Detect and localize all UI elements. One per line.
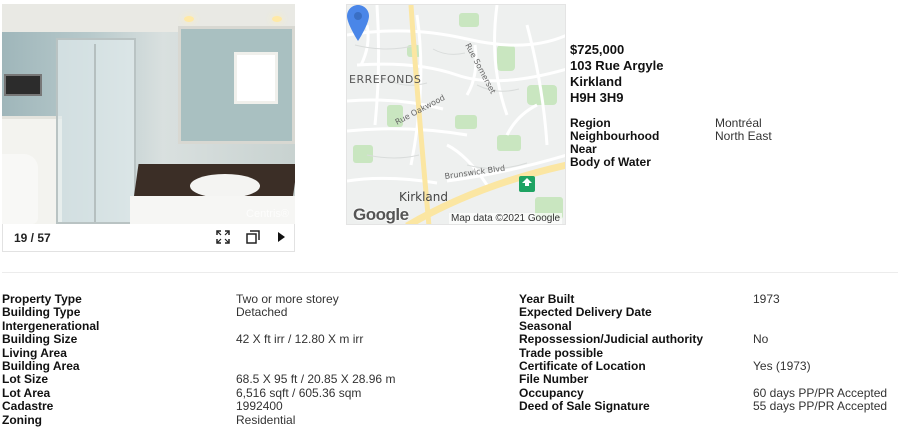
detail-label: Zoning [2,412,42,427]
detail-label: Seasonal [519,318,572,333]
detail-label: Building Type [2,305,81,320]
listing-city: Kirkland [570,74,623,89]
location-map[interactable]: Rue Oakwood Rue Somerset Brunswick Blvd … [346,4,566,225]
detail-label: Cadastre [2,399,54,414]
listing-summary: $725,000 103 Rue Argyle Kirkland H9H 3H9 [570,42,663,106]
info-row: Body of Water [570,156,870,169]
detail-row: Building Size 42 X ft irr / 12.80 X m irr [2,333,502,346]
detail-label: Intergenerational [2,318,100,333]
detail-row: Property Type Two or more storey [2,293,502,306]
detail-value: 6,516 sqft / 605.36 sqm [236,385,362,400]
detail-row: Trade possible [519,345,899,360]
listing-street: 103 Rue Argyle [570,58,664,73]
info-row: Neighbourhood North East [570,130,870,143]
gallery-icon[interactable] [245,230,261,246]
google-logo: Google [353,205,409,224]
detail-label: Deed of Sale Signature [519,399,650,414]
detail-label: Building Area [2,358,80,373]
detail-row: Building Area [2,358,502,373]
info-value: North East [715,129,772,143]
sink [190,174,260,198]
detail-row: Year Built 1973 [519,293,899,306]
shower-door-edge [94,44,96,222]
detail-row: Zoning Residential [2,412,502,427]
detail-value: Yes (1973) [753,358,811,373]
detail-label: Year Built [519,292,575,306]
detail-row: Cadastre 1992400 [2,400,502,413]
detail-label: Repossession/Judicial authority [519,332,704,347]
window [234,52,278,104]
map-attribution[interactable]: Map data ©2021 Google [449,213,563,224]
map-city-label: Kirkland [399,190,448,204]
wall-frame [4,74,42,96]
detail-row: File Number [519,373,899,386]
detail-row: Seasonal [519,318,899,333]
photo-controls: 19 / 57 [2,224,295,252]
detail-row: Lot Area 6,516 sqft / 605.36 sqm [2,385,502,400]
listing-postal: H9H 3H9 [570,90,624,105]
detail-value: 1973 [753,292,780,306]
section-divider [2,272,898,273]
property-details-left: Property Type Two or more storey Building… [2,293,502,427]
detail-label: File Number [519,372,589,387]
detail-row: Lot Size 68.5 X 95 ft / 20.85 X 28.96 m [2,373,502,386]
ceiling-light [272,16,282,22]
detail-row: Deed of Sale Signature 55 days PP/PR Acce… [519,400,899,413]
listing-price: $725,000 [570,42,625,57]
toilet [2,154,38,224]
property-details-right: Year Built 1973 Expected Delivery Date Se… [519,293,899,414]
detail-label: Lot Size [2,372,49,387]
detail-value: 55 days PP/PR Accepted [753,399,888,414]
fullscreen-icon[interactable] [215,230,231,246]
detail-label: Trade possible [519,345,604,360]
location-info: Region Montréal Neighbourhood North East… [570,117,870,169]
detail-value: 42 X ft irr / 12.80 X m irr [236,332,364,347]
shower-enclosure [56,38,136,224]
map-city-label: ERREFONDS [349,73,422,86]
detail-value: 1992400 [236,399,283,414]
detail-row: Certificate of Location Yes (1973) [519,358,899,373]
detail-row: Repossession/Judicial authority No [519,333,899,346]
detail-value: 68.5 X 95 ft / 20.85 X 28.96 m [236,372,396,387]
info-label: Body of Water [570,155,651,169]
detail-row: Intergenerational [2,318,502,333]
detail-value: 60 days PP/PR Accepted [753,385,888,400]
detail-label: Living Area [2,345,67,360]
detail-value: Detached [236,305,288,320]
detail-value: No [753,332,769,347]
detail-label: Lot Area [2,385,51,400]
detail-label: Occupancy [519,385,584,400]
detail-value: Two or more storey [236,292,339,306]
next-icon[interactable] [273,230,289,246]
detail-row: Occupancy 60 days PP/PR Accepted [519,385,899,400]
photo-counter: 19 / 57 [14,231,51,245]
map-roads: Rue Oakwood Rue Somerset Brunswick Blvd [347,5,565,224]
detail-value: Residential [236,412,296,427]
ceiling-light [184,16,194,22]
detail-label: Certificate of Location [519,358,646,373]
detail-row: Living Area [2,345,502,360]
photo-watermark: Centris® [246,208,289,220]
detail-row: Expected Delivery Date [519,306,899,319]
detail-row: Building Type Detached [2,306,502,319]
detail-label: Building Size [2,332,78,347]
map-pin-icon[interactable] [347,5,369,41]
detail-label: Expected Delivery Date [519,305,652,320]
listing-photo[interactable]: Centris® [2,4,295,224]
detail-label: Property Type [2,292,82,306]
